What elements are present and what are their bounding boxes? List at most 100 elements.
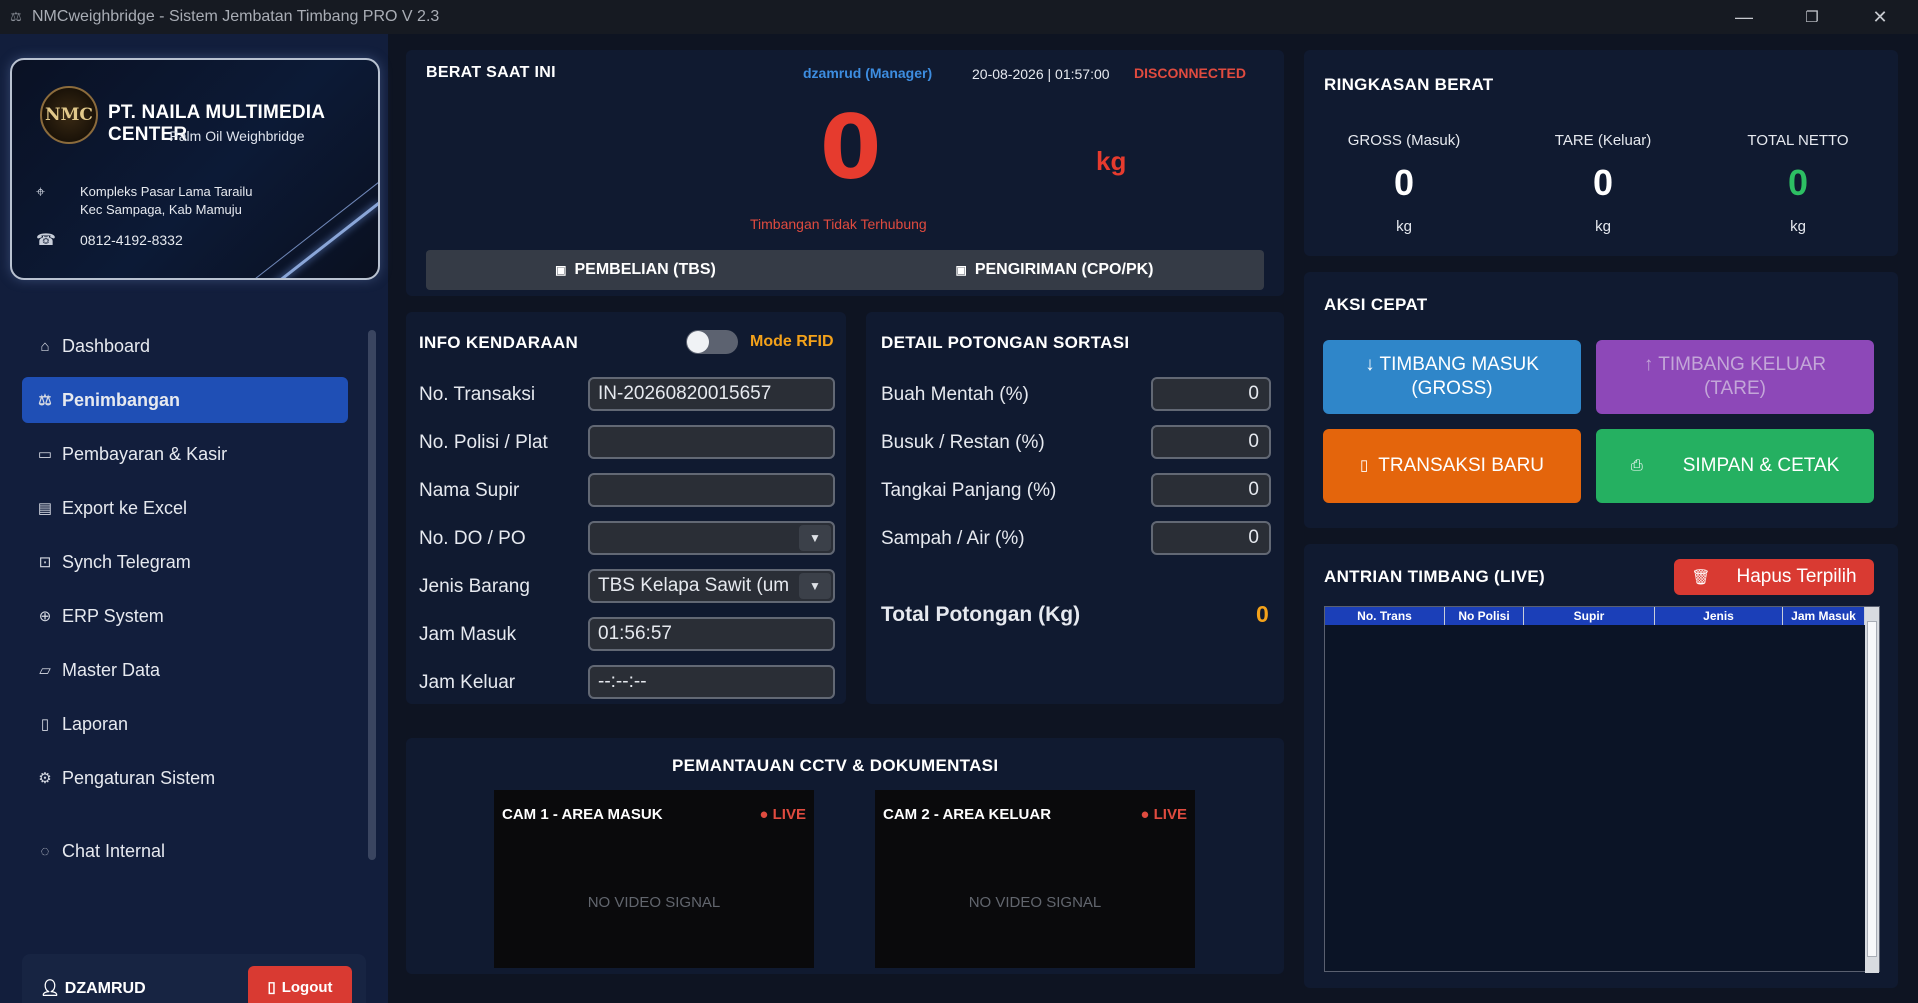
report-icon: ▯ bbox=[40, 716, 50, 733]
maximize-button[interactable]: ❐ bbox=[1784, 0, 1840, 34]
nav-label: Synch Telegram bbox=[62, 551, 191, 572]
live-indicator: ● LIVE bbox=[1140, 806, 1187, 823]
select-no-do-po[interactable]: ▼ bbox=[588, 521, 835, 555]
nav-synch-telegram[interactable]: ⊡ Synch Telegram bbox=[22, 539, 348, 585]
sortasi-panel bbox=[866, 312, 1284, 704]
card-icon: ▭ bbox=[37, 446, 53, 463]
excel-icon: ▤ bbox=[37, 500, 53, 517]
window-title: NMCweighbridge - Sistem Jembatan Timbang… bbox=[32, 8, 440, 25]
transaksi-baru-button[interactable]: ▯ TRANSAKSI BARU bbox=[1323, 429, 1581, 503]
netto-unit: kg bbox=[1790, 218, 1806, 235]
nav-label: Export ke Excel bbox=[62, 497, 188, 518]
column-header[interactable]: Jam Masuk bbox=[1783, 607, 1865, 625]
label-jam-masuk: Jam Masuk bbox=[419, 624, 517, 645]
nav-export-excel[interactable]: ▤ Export ke Excel bbox=[22, 485, 348, 531]
title-bar: ⚖ NMCweighbridge - Sistem Jembatan Timba… bbox=[0, 0, 1918, 34]
button-sublabel: (TARE) bbox=[1704, 378, 1766, 399]
sidebar-scrollbar[interactable] bbox=[368, 330, 376, 860]
location-icon: ⌖ bbox=[36, 184, 46, 201]
nav-pengaturan[interactable]: ⚙ Pengaturan Sistem bbox=[22, 755, 348, 801]
input-sampah-air[interactable]: 0 bbox=[1151, 521, 1271, 555]
user-panel: 👤︎ DZAMRUD ▯ Logout bbox=[22, 954, 366, 1003]
label-busuk-restan: Busuk / Restan (%) bbox=[881, 432, 1045, 453]
company-card: NMC PT. NAILA MULTIMEDIA CENTER Palm Oil… bbox=[10, 58, 380, 280]
label-no-transaksi: No. Transaksi bbox=[419, 384, 536, 405]
label-buah-mentah: Buah Mentah (%) bbox=[881, 384, 1029, 405]
weight-title: BERAT SAAT INI bbox=[426, 64, 556, 81]
vehicle-title: INFO KENDARAAN bbox=[419, 333, 579, 352]
input-no-polisi[interactable] bbox=[588, 425, 835, 459]
cam-2-title: CAM 2 - AREA KELUAR bbox=[883, 806, 1052, 823]
column-header[interactable]: No. Trans bbox=[1325, 607, 1445, 625]
logout-button[interactable]: ▯ Logout bbox=[248, 966, 352, 1003]
folder-icon: ▱ bbox=[39, 662, 51, 679]
toggle-knob bbox=[687, 331, 709, 353]
label-sampah-air: Sampah / Air (%) bbox=[881, 528, 1025, 549]
simpan-cetak-button[interactable]: ⎙ SIMPAN & CETAK bbox=[1596, 429, 1874, 503]
nav-penimbangan[interactable]: ⚖ Penimbangan bbox=[22, 377, 348, 423]
decorative-line bbox=[236, 201, 378, 278]
nav-label: Dashboard bbox=[62, 335, 151, 356]
nav-laporan[interactable]: ▯ Laporan bbox=[22, 701, 348, 747]
button-label: TRANSAKSI BARU bbox=[1378, 454, 1545, 476]
rfid-label: Mode RFID bbox=[750, 333, 834, 350]
hapus-terpilih-button[interactable]: 🗑︎ Hapus Terpilih bbox=[1674, 559, 1874, 595]
queue-table[interactable]: No. Trans No Polisi Supir Jenis Jam Masu… bbox=[1324, 606, 1880, 973]
input-no-transaksi[interactable]: IN-20260820015657 bbox=[588, 377, 835, 411]
nav-dashboard[interactable]: ⌂ Dashboard bbox=[22, 323, 348, 369]
input-nama-supir[interactable] bbox=[588, 473, 835, 507]
logout-label: Logout bbox=[281, 978, 333, 996]
input-busuk-restan[interactable]: 0 bbox=[1151, 425, 1271, 459]
tab-pengiriman[interactable]: ▣ PENGIRIMAN (CPO/PK) bbox=[845, 250, 1264, 290]
nav-label: ERP System bbox=[62, 605, 164, 626]
weight-unit: kg bbox=[1096, 146, 1127, 176]
chevron-down-icon[interactable]: ▼ bbox=[799, 573, 831, 599]
label-nama-supir: Nama Supir bbox=[419, 480, 520, 501]
input-jam-keluar[interactable]: --:--:-- bbox=[588, 665, 835, 699]
close-button[interactable]: ✕ bbox=[1852, 0, 1908, 34]
select-jenis-barang[interactable]: TBS Kelapa Sawit (um ▼ bbox=[588, 569, 835, 603]
nav-master-data[interactable]: ▱ Master Data bbox=[22, 647, 348, 693]
timbang-keluar-button[interactable]: ↑ TIMBANG KELUAR (TARE) bbox=[1596, 340, 1874, 414]
scrollbar-thumb[interactable] bbox=[1867, 621, 1877, 957]
label-jam-keluar: Jam Keluar bbox=[419, 672, 516, 693]
user-name: 👤︎ DZAMRUD bbox=[40, 980, 146, 997]
column-header[interactable]: No Polisi bbox=[1445, 607, 1524, 625]
table-scrollbar[interactable] bbox=[1865, 607, 1879, 973]
summary-title: RINGKASAN BERAT bbox=[1324, 75, 1494, 94]
tab-label: PEMBELIAN (TBS) bbox=[574, 261, 716, 278]
nav-label: Master Data bbox=[62, 659, 161, 680]
tab-pembelian[interactable]: ▣ PEMBELIAN (TBS) bbox=[426, 250, 845, 290]
document-icon: ▯ bbox=[1359, 457, 1369, 475]
company-subtitle: Palm Oil Weighbridge bbox=[169, 128, 305, 144]
nav-label: Penimbangan bbox=[62, 389, 181, 410]
input-tangkai-panjang[interactable]: 0 bbox=[1151, 473, 1271, 507]
rfid-toggle[interactable] bbox=[686, 330, 738, 354]
button-label: Hapus Terpilih bbox=[1736, 566, 1857, 587]
tare-value: 0 bbox=[1592, 162, 1614, 203]
nav-label: Pembayaran & Kasir bbox=[62, 443, 228, 464]
nav-erp-system[interactable]: ⊕ ERP System bbox=[22, 593, 348, 639]
button-label: ↑ TIMBANG KELUAR bbox=[1643, 353, 1827, 375]
column-header[interactable]: Jenis bbox=[1655, 607, 1783, 625]
chevron-down-icon[interactable]: ▼ bbox=[799, 525, 831, 551]
scale-status: Timbangan Tidak Terhubung bbox=[750, 216, 927, 232]
datetime: 20-08-2026 | 01:57:00 bbox=[972, 66, 1110, 82]
table-header: No. Trans No Polisi Supir Jenis Jam Masu… bbox=[1325, 607, 1865, 625]
cam-1: CAM 1 - AREA MASUK ● LIVE NO VIDEO SIGNA… bbox=[494, 790, 814, 968]
nav-chat-internal[interactable]: ◌ Chat Internal bbox=[22, 828, 348, 874]
button-sublabel: (GROSS) bbox=[1411, 378, 1493, 399]
printer-icon: ⎙ bbox=[1630, 457, 1643, 475]
cctv-title: PEMANTAUAN CCTV & DOKUMENTASI bbox=[672, 756, 999, 775]
nav-pembayaran[interactable]: ▭ Pembayaran & Kasir bbox=[22, 431, 348, 477]
sidebar: NMC PT. NAILA MULTIMEDIA CENTER Palm Oil… bbox=[0, 34, 388, 1003]
address-line1: Kompleks Pasar Lama Tarailu bbox=[80, 184, 253, 199]
cam-1-title: CAM 1 - AREA MASUK bbox=[502, 806, 663, 823]
input-jam-masuk[interactable]: 01:56:57 bbox=[588, 617, 835, 651]
column-header[interactable]: Supir bbox=[1524, 607, 1655, 625]
timbang-masuk-button[interactable]: ↓ TIMBANG MASUK (GROSS) bbox=[1323, 340, 1581, 414]
app-icon: ⚖ bbox=[10, 9, 22, 24]
minimize-button[interactable]: — bbox=[1716, 0, 1772, 34]
input-buah-mentah[interactable]: 0 bbox=[1151, 377, 1271, 411]
shipping-icon: ▣ bbox=[955, 263, 967, 277]
